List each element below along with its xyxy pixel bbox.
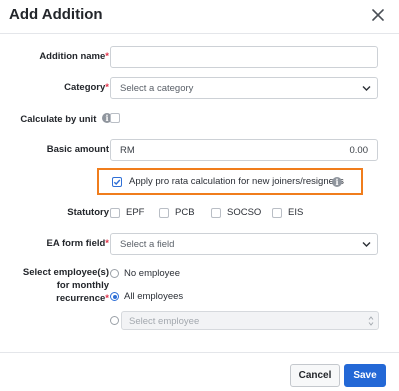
footer-divider — [0, 352, 399, 353]
pro-rata-checkbox[interactable] — [112, 177, 122, 187]
radio-option-no-employee[interactable]: No employee — [110, 268, 180, 279]
chevron-down-icon — [362, 86, 371, 91]
select-employee-input: Select employee — [121, 311, 379, 330]
statutory-option-socso[interactable]: SOCSO — [211, 207, 261, 218]
no-employee-radio[interactable] — [110, 269, 119, 278]
epf-label: EPF — [126, 207, 145, 218]
addition-name-input[interactable] — [110, 46, 378, 68]
select-employee-radio[interactable] — [110, 316, 119, 325]
close-icon[interactable] — [371, 8, 385, 22]
checkmark-icon — [113, 179, 121, 186]
category-label: Category* — [64, 82, 109, 93]
statutory-option-pcb[interactable]: PCB — [159, 207, 195, 218]
radio-option-all-employees[interactable]: All employees — [110, 291, 183, 302]
pro-rata-label: Apply pro rata calculation for new joine… — [129, 176, 344, 187]
basic-amount-value: 0.00 — [349, 145, 369, 156]
pcb-checkbox[interactable] — [159, 207, 169, 218]
monthly-recurrence-label: Select employee(s) for monthly recurrenc… — [22, 267, 109, 304]
ea-form-field-placeholder: Select a field — [120, 239, 175, 250]
dialog-header: Add Addition — [0, 0, 399, 32]
select-employee-placeholder: Select employee — [129, 316, 200, 327]
no-employee-label: No employee — [124, 268, 180, 279]
addition-name-label: Addition name* — [39, 51, 109, 62]
all-employees-label: All employees — [124, 291, 184, 302]
socso-label: SOCSO — [227, 207, 262, 218]
dialog-title: Add Addition — [9, 6, 103, 23]
statutory-option-epf[interactable]: EPF — [110, 207, 144, 218]
header-divider — [0, 33, 399, 34]
cancel-button[interactable]: Cancel — [290, 364, 340, 387]
updown-arrows-icon — [368, 316, 374, 326]
ea-form-field-label: EA form field* — [46, 238, 109, 249]
basic-amount-label: Basic amount — [46, 144, 109, 155]
epf-checkbox[interactable] — [110, 207, 120, 218]
all-employees-radio[interactable] — [110, 292, 119, 301]
currency-prefix: RM — [120, 145, 135, 156]
socso-checkbox[interactable] — [211, 207, 221, 218]
category-select[interactable]: Select a category — [110, 77, 378, 99]
eis-checkbox[interactable] — [272, 207, 282, 218]
pcb-label: PCB — [175, 207, 195, 218]
eis-label: EIS — [288, 207, 304, 218]
calculate-by-unit-label: Calculate by unit — [20, 113, 112, 125]
ea-form-field-select[interactable]: Select a field — [110, 233, 378, 255]
pro-rata-highlight: Apply pro rata calculation for new joine… — [97, 168, 363, 195]
statutory-label: Statutory — [67, 207, 109, 218]
basic-amount-input[interactable]: RM 0.00 — [110, 139, 378, 161]
save-button[interactable]: Save — [344, 364, 386, 387]
calculate-by-unit-checkbox[interactable] — [110, 113, 120, 123]
category-placeholder: Select a category — [120, 83, 194, 94]
chevron-down-icon — [362, 242, 371, 247]
statutory-option-eis[interactable]: EIS — [272, 207, 303, 218]
info-icon[interactable] — [332, 177, 342, 187]
